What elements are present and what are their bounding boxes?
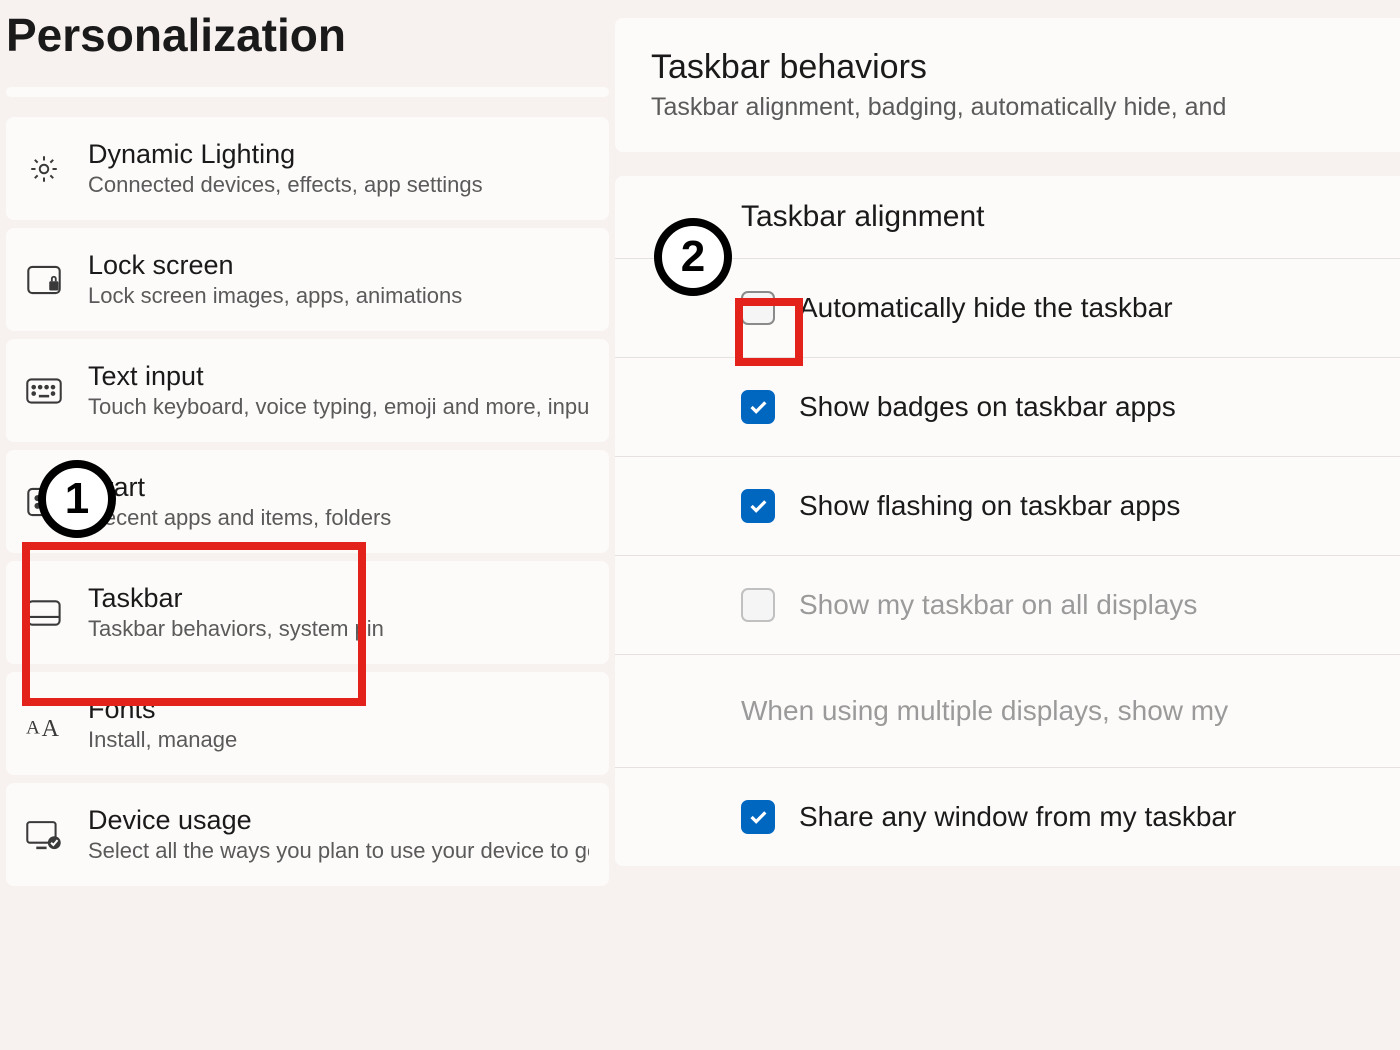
behaviors-header[interactable]: Taskbar behaviors Taskbar alignment, bad…: [615, 18, 1400, 152]
item-subtitle: Connected devices, effects, app settings: [88, 172, 589, 198]
behaviors-subtitle: Taskbar alignment, badging, automaticall…: [651, 93, 1400, 122]
settings-item-dynamic-lighting[interactable]: Dynamic Lighting Connected devices, effe…: [6, 117, 609, 220]
svg-text:A: A: [42, 716, 60, 739]
page-title: Personalization: [6, 8, 609, 62]
sparkle-icon: [26, 151, 62, 187]
device-usage-icon: [26, 817, 62, 853]
checkbox-all-displays: [741, 588, 775, 622]
option-all-displays: Show my taskbar on all displays: [615, 556, 1400, 655]
label-auto-hide: Automatically hide the taskbar: [799, 292, 1173, 324]
item-subtitle: Select all the ways you plan to use your…: [88, 838, 589, 864]
option-auto-hide[interactable]: Automatically hide the taskbar: [615, 259, 1400, 358]
checkbox-badges[interactable]: [741, 390, 775, 424]
behaviors-options: Taskbar alignment Automatically hide the…: [615, 176, 1400, 866]
taskbar-icon: [26, 595, 62, 631]
settings-item-device-usage[interactable]: Device usage Select all the ways you pla…: [6, 783, 609, 886]
multi-displays-row: When using multiple displays, show my: [615, 655, 1400, 768]
item-title: Dynamic Lighting: [88, 139, 589, 170]
item-subtitle: Taskbar behaviors, system pin: [88, 616, 589, 642]
keyboard-icon: [26, 373, 62, 409]
item-subtitle: Recent apps and items, folders: [88, 505, 589, 531]
item-title: Device usage: [88, 805, 589, 836]
svg-text:A: A: [26, 717, 40, 738]
item-subtitle: Touch keyboard, voice typing, emoji and …: [88, 394, 589, 420]
lock-screen-icon: [26, 262, 62, 298]
item-title: Taskbar: [88, 583, 589, 614]
item-title: Text input: [88, 361, 589, 392]
label-all-displays: Show my taskbar on all displays: [799, 589, 1197, 621]
label-badges: Show badges on taskbar apps: [799, 391, 1176, 423]
card-slice: [6, 87, 609, 97]
label-share-window: Share any window from my taskbar: [799, 801, 1236, 833]
taskbar-behaviors-panel: Taskbar behaviors Taskbar alignment, bad…: [615, 0, 1400, 1050]
label-flashing: Show flashing on taskbar apps: [799, 490, 1180, 522]
settings-item-fonts[interactable]: A A Fonts Install, manage: [6, 672, 609, 775]
settings-item-text-input[interactable]: Text input Touch keyboard, voice typing,…: [6, 339, 609, 442]
checkbox-share-window[interactable]: [741, 800, 775, 834]
settings-item-start[interactable]: Start Recent apps and items, folders: [6, 450, 609, 553]
item-title: Fonts: [88, 694, 589, 725]
option-badges[interactable]: Show badges on taskbar apps: [615, 358, 1400, 457]
taskbar-alignment-row[interactable]: Taskbar alignment: [615, 176, 1400, 259]
item-title: Start: [88, 472, 589, 503]
item-title: Lock screen: [88, 250, 589, 281]
start-icon: [26, 484, 62, 520]
option-share-window[interactable]: Share any window from my taskbar: [615, 768, 1400, 866]
behaviors-title: Taskbar behaviors: [651, 48, 1400, 87]
settings-item-lock-screen[interactable]: Lock screen Lock screen images, apps, an…: [6, 228, 609, 331]
personalization-panel: Personalization Dynamic Lighting Connect…: [0, 0, 615, 1050]
item-subtitle: Install, manage: [88, 727, 589, 753]
option-flashing[interactable]: Show flashing on taskbar apps: [615, 457, 1400, 556]
settings-item-taskbar[interactable]: Taskbar Taskbar behaviors, system pin: [6, 561, 609, 664]
fonts-icon: A A: [26, 706, 62, 742]
checkbox-auto-hide[interactable]: [741, 291, 775, 325]
item-subtitle: Lock screen images, apps, animations: [88, 283, 589, 309]
checkbox-flashing[interactable]: [741, 489, 775, 523]
